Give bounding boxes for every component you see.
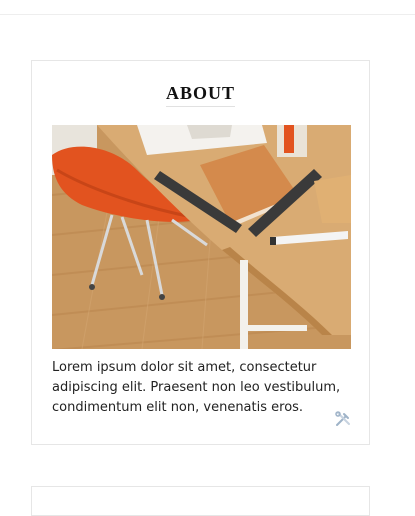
tools-icon[interactable]: [334, 410, 352, 428]
top-divider: [0, 14, 415, 15]
widget-title: ABOUT: [32, 83, 369, 107]
about-image: [52, 125, 351, 349]
next-widget: [31, 486, 370, 516]
about-title-text: ABOUT: [165, 83, 235, 107]
about-body-text: Lorem ipsum dolor sit amet, consectetur …: [52, 360, 341, 415]
about-widget: ABOUT Lorem ipsum dolor sit amet, consec…: [31, 60, 370, 445]
